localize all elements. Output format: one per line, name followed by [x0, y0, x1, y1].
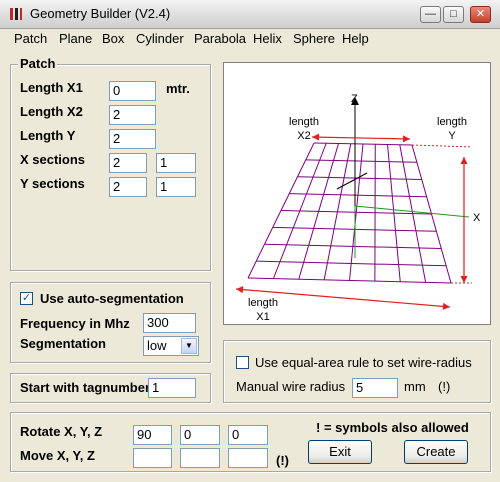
frequency-label: Frequency in Mhz — [20, 316, 130, 331]
move-label: Move X, Y, Z — [20, 448, 95, 463]
tick-mark — [336, 172, 368, 190]
tagnumber-label: Start with tagnumber — [20, 380, 151, 395]
rotate-x-field[interactable]: 90 — [133, 425, 172, 445]
segmentation-select[interactable]: low ▼ — [143, 336, 199, 356]
menu-patch[interactable]: Patch — [14, 31, 47, 46]
length-x2-field[interactable]: 2 — [109, 105, 156, 125]
menu-box[interactable]: Box — [102, 31, 124, 46]
length-y-field[interactable]: 2 — [109, 129, 156, 149]
menu-parabola[interactable]: Parabola — [194, 31, 246, 46]
y-sections-field-1[interactable]: 2 — [109, 177, 147, 197]
chevron-down-icon[interactable]: ▼ — [181, 338, 197, 354]
minimize-icon: — — [425, 8, 436, 20]
app-icon — [10, 8, 22, 20]
x-axis-label: X — [473, 212, 481, 224]
create-button[interactable]: Create — [404, 440, 468, 464]
patch-title: Patch — [18, 56, 58, 71]
title-bar: Geometry Builder (V2.4) — □ ✕ — [0, 0, 500, 29]
move-note: (!) — [276, 453, 289, 468]
move-y-field[interactable] — [180, 448, 220, 468]
rotate-label: Rotate X, Y, Z — [20, 424, 103, 439]
auto-segmentation-label: Use auto-segmentation — [40, 291, 184, 306]
length-y-arrow-head — [460, 157, 468, 164]
menu-bar: Patch Plane Box Cylinder Parabola Helix … — [0, 29, 500, 49]
menu-helix[interactable]: Helix — [253, 31, 282, 46]
segmentation-label: Segmentation — [20, 336, 106, 351]
length-y-label: Length Y — [20, 128, 76, 143]
minimize-button[interactable]: — — [420, 6, 441, 23]
geometry-preview: Z X length X2 length Y length X1 — [223, 62, 491, 325]
y-sections-field-2[interactable]: 1 — [156, 177, 196, 197]
symbols-note: ! = symbols also allowed — [316, 420, 469, 435]
x-sections-field-2[interactable]: 1 — [156, 153, 196, 173]
x-sections-field-1[interactable]: 2 — [109, 153, 147, 173]
manual-radius-note: (!) — [438, 379, 451, 394]
length-x1-arrow-head — [236, 286, 244, 294]
move-z-field[interactable] — [228, 448, 268, 468]
y-sections-label: Y sections — [20, 176, 85, 191]
length-x2-diagram-label-1: length — [289, 116, 319, 128]
length-y-diagram-label-2: Y — [448, 130, 456, 142]
x-sections-label: X sections — [20, 152, 86, 167]
menu-sphere[interactable]: Sphere — [293, 31, 335, 46]
length-x2-label: Length X2 — [20, 104, 83, 119]
length-x1-diagram-label-1: length — [248, 297, 278, 309]
length-x1-arrow-head — [442, 302, 450, 310]
length-y-arrow-head — [460, 276, 468, 283]
frequency-field[interactable]: 300 — [143, 313, 196, 333]
equal-area-checkbox[interactable] — [236, 356, 249, 369]
dimension-arrows — [235, 133, 473, 310]
maximize-button[interactable]: □ — [443, 6, 464, 23]
length-y-diagram-label-1: length — [437, 116, 467, 128]
close-button[interactable]: ✕ — [470, 6, 491, 23]
extension-line — [411, 144, 473, 148]
length-x2-arrow-head — [402, 135, 410, 143]
z-axis-label: Z — [351, 93, 358, 105]
patch-grid — [247, 142, 452, 284]
auto-segmentation-checkbox[interactable]: ✓ — [20, 292, 33, 305]
segmentation-value: low — [147, 338, 167, 353]
manual-radius-field[interactable]: 5 — [352, 378, 398, 398]
menu-help[interactable]: Help — [342, 31, 369, 46]
equal-area-label: Use equal-area rule to set wire-radius — [255, 355, 472, 370]
tagnumber-field[interactable]: 1 — [148, 378, 196, 398]
menu-plane[interactable]: Plane — [59, 31, 92, 46]
maximize-icon: □ — [450, 8, 457, 20]
length-x1-field[interactable]: 0 — [109, 81, 156, 101]
move-x-field[interactable] — [133, 448, 172, 468]
length-x2-arrow — [311, 136, 411, 140]
rotate-y-field[interactable]: 0 — [180, 425, 220, 445]
manual-radius-unit: mm — [404, 379, 426, 394]
length-unit-label: mtr. — [166, 81, 190, 96]
length-x2-diagram-label-2: X2 — [297, 130, 311, 142]
exit-button[interactable]: Exit — [308, 440, 372, 464]
window-title: Geometry Builder (V2.4) — [30, 6, 171, 21]
close-icon: ✕ — [475, 8, 486, 20]
rotate-z-field[interactable]: 0 — [228, 425, 268, 445]
length-x1-label: Length X1 — [20, 80, 83, 95]
checkmark-icon: ✓ — [21, 292, 32, 304]
manual-radius-label: Manual wire radius — [236, 379, 346, 394]
length-x1-diagram-label-2: X1 — [256, 311, 270, 323]
menu-cylinder[interactable]: Cylinder — [136, 31, 184, 46]
